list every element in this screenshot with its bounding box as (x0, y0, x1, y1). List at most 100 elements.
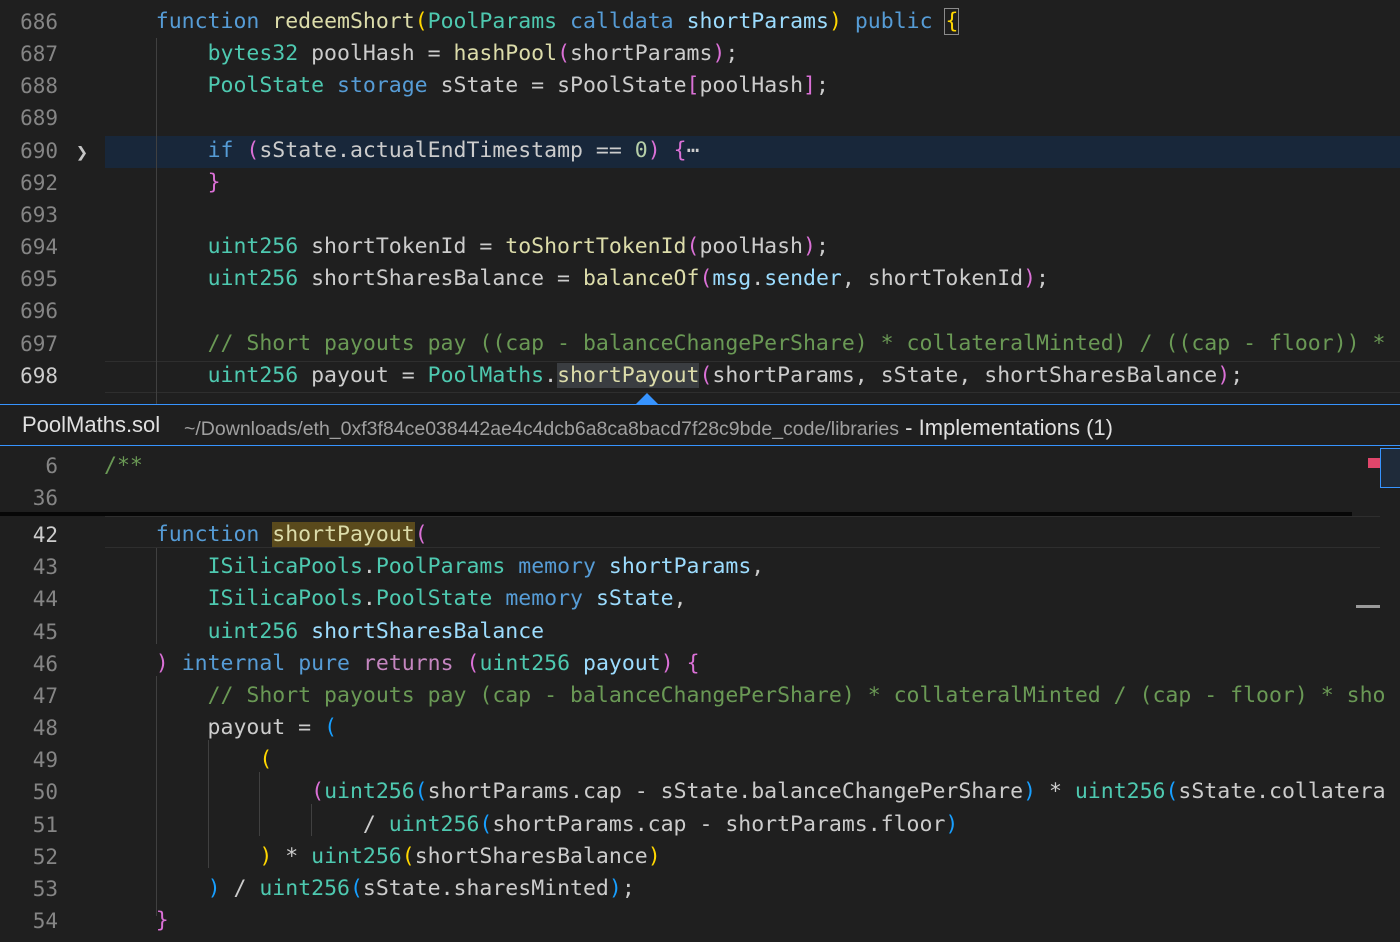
code-text[interactable]: payout = ( (104, 712, 337, 744)
code-token: ISilicaPools (207, 586, 363, 611)
code-line[interactable]: 49 ( (0, 744, 1400, 776)
code-line[interactable]: 6 /** (0, 450, 1400, 482)
code-token: shortParams (570, 41, 713, 66)
code-line[interactable]: 47 // Short payouts pay (cap - balanceCh… (0, 680, 1400, 712)
code-token: ) (259, 844, 273, 869)
code-text[interactable]: ) internal pure returns (uint256 payout)… (104, 648, 700, 680)
code-line[interactable]: 44 ISilicaPools.PoolState memory sState, (0, 583, 1400, 615)
code-text[interactable]: ) / uint256(sState.sharesMinted); (104, 873, 635, 905)
code-token: ISilicaPools (207, 554, 363, 579)
code-token: payout (583, 651, 661, 676)
code-token: poolHash (699, 73, 804, 98)
code-line[interactable]: 695 uint256 shortSharesBalance = balance… (0, 263, 1400, 295)
code-token: redeemShort (272, 9, 415, 34)
code-token: uint256 (207, 363, 299, 388)
peek-indent-guide (259, 772, 260, 836)
code-text[interactable]: ( (104, 744, 272, 776)
code-token: uint256 (311, 844, 402, 869)
code-text[interactable]: function redeemShort(PoolParams calldata… (104, 6, 960, 38)
line-number: 692 (20, 171, 58, 195)
code-text[interactable]: /** (104, 450, 143, 482)
minimap-viewport[interactable] (1380, 448, 1400, 488)
code-token: { (944, 8, 960, 35)
code-text[interactable]: ) * uint256(shortSharesBalance) (104, 841, 661, 873)
peek-indent-guide (156, 676, 157, 916)
code-line[interactable]: 50 (uint256(shortParams.cap - sState.bal… (0, 776, 1400, 808)
code-token: ) (945, 812, 959, 837)
peek-indent-guide (156, 548, 157, 644)
chevron-right-icon[interactable]: ❯ (76, 136, 88, 168)
code-line[interactable]: 51 / uint256(shortParams.cap - shortPara… (0, 809, 1400, 841)
peek-view[interactable]: 6/** 36 42 function shortPayout(43 ISilica… (0, 404, 1400, 942)
line-number: 695 (20, 267, 58, 291)
minimap-marker (1368, 458, 1380, 468)
code-token: ( (699, 363, 713, 388)
code-token: ( (466, 651, 480, 676)
line-number: 49 (32, 748, 58, 772)
code-text[interactable]: uint256 shortSharesBalance = balanceOf(m… (104, 263, 1049, 295)
code-token: uint256 (479, 651, 571, 676)
code-text[interactable]: (uint256(shortParams.cap - sState.balanc… (104, 776, 1385, 808)
code-token: balanceOf (582, 266, 700, 291)
code-text[interactable]: ISilicaPools.PoolState memory sState, (104, 583, 687, 615)
code-token: ) (1217, 363, 1231, 388)
code-text[interactable]: } (104, 905, 169, 937)
peek-filename[interactable]: PoolMaths.sol (22, 412, 160, 438)
code-line[interactable]: 697 // Short payouts pay ((cap - balance… (0, 328, 1400, 360)
code-token: . (362, 586, 376, 611)
code-text[interactable]: // Short payouts pay ((cap - balanceChan… (104, 328, 1398, 360)
code-line[interactable]: 53 ) / uint256(sState.sharesMinted); (0, 873, 1400, 905)
editor-pane[interactable]: 686 function redeemShort(PoolParams call… (0, 0, 1400, 404)
code-line[interactable]: 686 function redeemShort(PoolParams call… (0, 6, 1400, 38)
code-line[interactable]: 696 (0, 295, 1400, 327)
code-line[interactable]: 45 uint256 shortSharesBalance (0, 616, 1400, 648)
line-number: 48 (32, 716, 58, 740)
code-token: PoolParams (427, 9, 558, 34)
code-line[interactable]: 692 } (0, 167, 1400, 199)
code-text[interactable]: uint256 shortTokenId = toShortTokenId(po… (104, 231, 829, 263)
code-line[interactable]: 694 uint256 shortTokenId = toShortTokenI… (0, 231, 1400, 263)
peek-separator: - (899, 415, 919, 440)
code-line[interactable]: 689 (0, 102, 1400, 134)
code-line[interactable]: 698 uint256 payout = PoolMaths.shortPayo… (0, 360, 1400, 392)
code-text[interactable]: ISilicaPools.PoolParams memory shortPara… (104, 551, 765, 583)
code-token: ] (803, 73, 816, 98)
code-token: uint256 (207, 234, 299, 259)
code-text[interactable]: uint256 payout = PoolMaths.shortPayout(s… (104, 360, 1243, 392)
code-line[interactable]: 687 bytes32 poolHash = hashPool(shortPar… (0, 38, 1400, 70)
code-text[interactable]: } (104, 167, 221, 199)
code-text[interactable]: uint256 shortSharesBalance (104, 616, 545, 648)
code-text[interactable]: / uint256(shortParams.cap - shortParams.… (104, 809, 958, 841)
code-line[interactable]: 690 if (sState.actualEndTimestamp == 0) … (0, 135, 1400, 167)
code-text[interactable]: PoolState storage sState = sPoolState[po… (104, 70, 829, 102)
code-line[interactable]: 52 ) * uint256(shortSharesBalance) (0, 841, 1400, 873)
code-token: ) (647, 844, 661, 869)
code-line[interactable]: 688 PoolState storage sState = sPoolStat… (0, 70, 1400, 102)
line-number: 54 (32, 909, 58, 933)
code-line[interactable]: 36 (0, 482, 1400, 514)
code-line[interactable]: 43 ISilicaPools.PoolParams memory shortP… (0, 551, 1400, 583)
code-token: uint256 (388, 812, 480, 837)
code-text[interactable]: if (sState.actualEndTimestamp == 0) {⋯ (104, 135, 700, 167)
code-token: ) (155, 651, 169, 676)
line-number: 50 (32, 780, 58, 804)
code-token: PoolMaths (427, 363, 545, 388)
line-number: 689 (20, 106, 58, 130)
code-line[interactable]: 54 } (0, 905, 1400, 937)
code-text[interactable]: // Short payouts pay (cap - balanceChang… (104, 680, 1386, 712)
code-line[interactable]: 48 payout = ( (0, 712, 1400, 744)
code-line[interactable]: 693 (0, 199, 1400, 231)
code-line[interactable]: 46 ) internal pure returns (uint256 payo… (0, 648, 1400, 680)
code-text[interactable]: bytes32 poolHash = hashPool(shortParams)… (104, 38, 739, 70)
code-token: ) (1023, 266, 1037, 291)
